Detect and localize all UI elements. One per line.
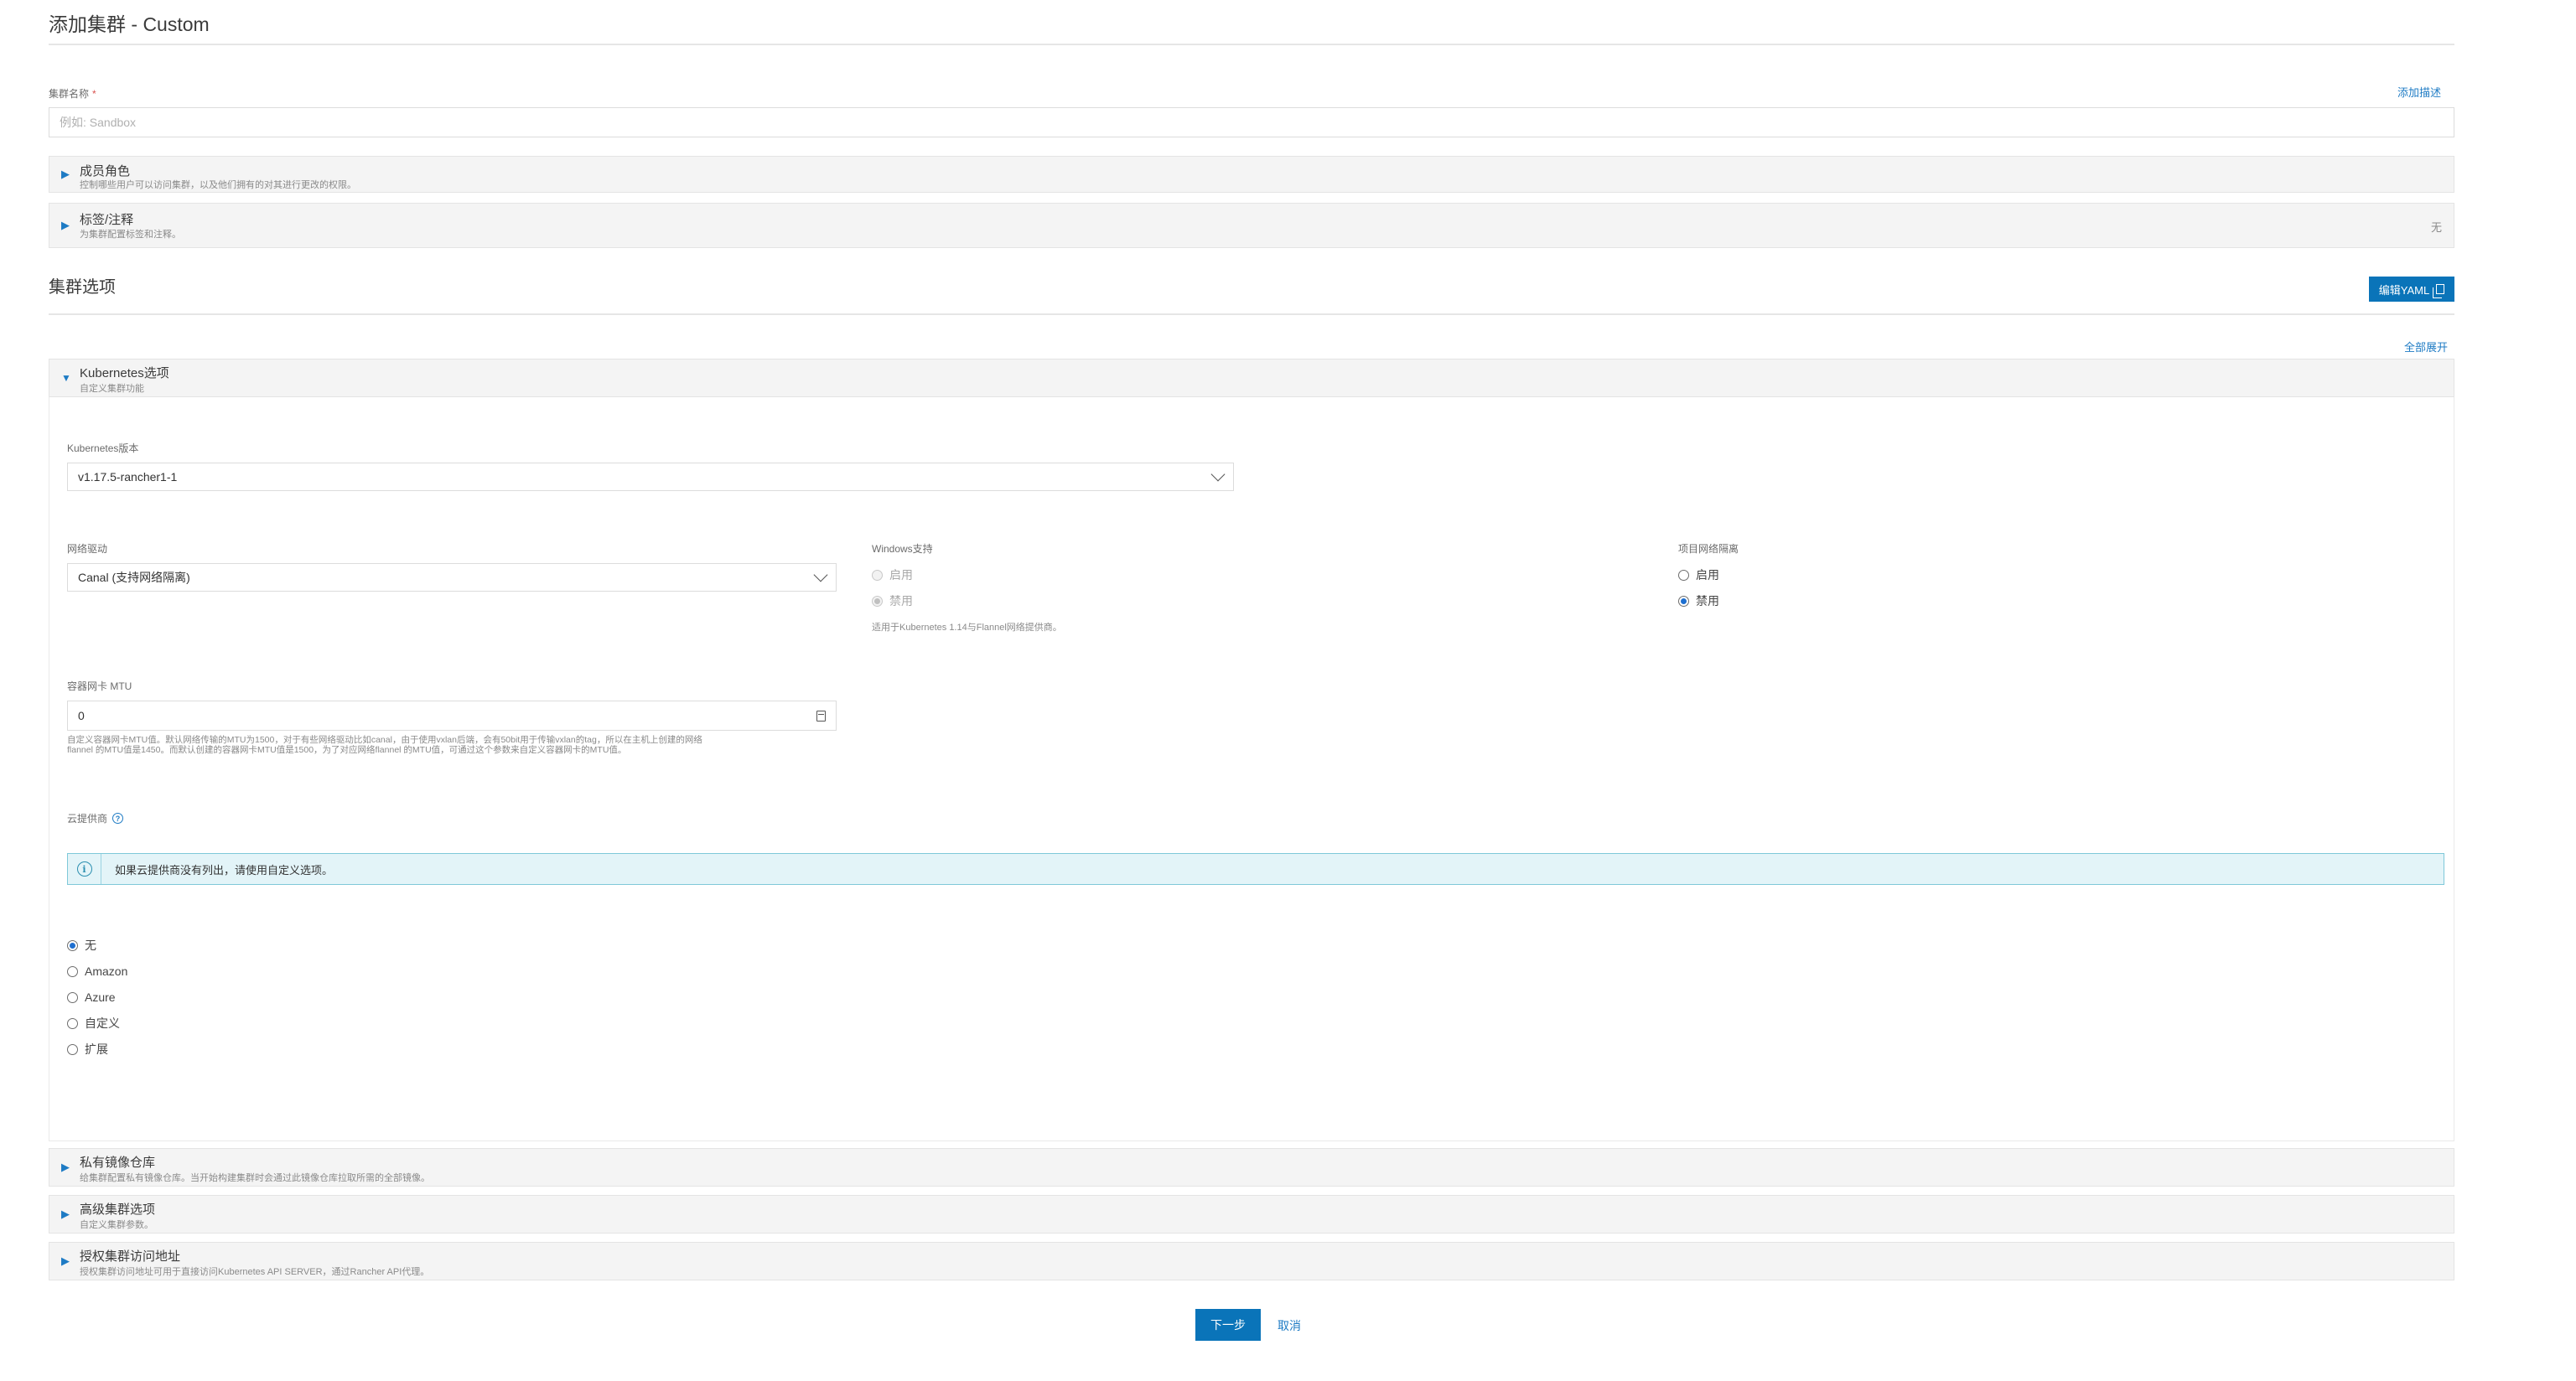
kubernetes-options-title: Kubernetes选项	[80, 366, 169, 380]
mtu-value: 0	[78, 709, 85, 722]
member-roles-accordion[interactable]: ▶ 成员角色 控制哪些用户可以访问集群，以及他们拥有的对其进行更改的权限。	[49, 156, 2454, 193]
kubernetes-options-panel	[49, 397, 2454, 1141]
network-provider-label: 网络驱动	[67, 543, 108, 555]
project-network-isolation-disable-option[interactable]: 禁用	[1678, 592, 1719, 609]
radio-button[interactable]	[67, 965, 78, 977]
next-button[interactable]: 下一步	[1195, 1309, 1261, 1341]
copy-icon	[2433, 284, 2445, 298]
expand-triangle-icon: ▶	[61, 1161, 70, 1173]
edit-yaml-button[interactable]: 编辑YAML	[2369, 277, 2454, 302]
windows-support-radio-group: 启用 禁用	[872, 566, 913, 609]
windows-support-enable-option[interactable]: 启用	[872, 566, 913, 583]
member-roles-title: 成员角色	[80, 164, 131, 178]
network-provider-value: Canal (支持网络隔离)	[78, 571, 190, 584]
add-description-link[interactable]: 添加描述	[2397, 84, 2441, 100]
radio-button[interactable]	[872, 595, 883, 607]
labels-annotations-status: 无	[2430, 221, 2442, 234]
cloud-provider-option-amazon[interactable]: Amazon	[67, 963, 127, 980]
expand-triangle-icon: ▶	[61, 1254, 70, 1267]
radio-label: 禁用	[1696, 594, 1719, 608]
radio-button[interactable]	[1678, 569, 1689, 581]
windows-support-label: Windows支持	[872, 543, 933, 555]
radio-label: 启用	[889, 568, 913, 582]
cloud-provider-option-extension[interactable]: 扩展	[67, 1041, 127, 1058]
cluster-name-label: 集群名称 *	[49, 86, 96, 101]
radio-label: Amazon	[85, 965, 128, 978]
mtu-hint-line: flannel 的MTU值是1450。而默认创建的容器网卡MTU值是1500，为…	[67, 745, 627, 755]
project-network-isolation-label: 项目网络隔离	[1678, 543, 1739, 555]
info-icon: i	[76, 861, 92, 877]
cluster-name-label-text: 集群名称	[49, 88, 90, 100]
radio-label: 扩展	[85, 1042, 108, 1056]
radio-button[interactable]	[67, 1043, 78, 1055]
expand-triangle-icon: ▶	[61, 168, 70, 180]
windows-support-hint: 适用于Kubernetes 1.14与Flannel网络提供商。	[872, 623, 1062, 633]
cluster-options-divider	[49, 313, 2454, 315]
expand-triangle-icon: ▶	[61, 1208, 70, 1220]
advanced-options-subtitle: 自定义集群参数。	[80, 1220, 153, 1230]
kubernetes-version-select[interactable]: v1.17.5-rancher1-1	[67, 463, 1234, 491]
required-mark: *	[92, 88, 96, 100]
radio-button[interactable]	[67, 939, 78, 951]
edit-yaml-label: 编辑YAML	[2378, 283, 2430, 297]
authorized-endpoint-subtitle: 授权集群访问地址可用于直接访问Kubernetes API SERVER，通过R…	[80, 1267, 430, 1277]
project-network-isolation-enable-option[interactable]: 启用	[1678, 566, 1719, 583]
info-banner-text: 如果云提供商没有列出，请使用自定义选项。	[115, 863, 334, 877]
radio-button[interactable]	[872, 569, 883, 581]
labels-annotations-subtitle: 为集群配置标签和注释。	[80, 230, 181, 240]
labels-annotations-accordion[interactable]: ▶ 标签/注释 为集群配置标签和注释。 无	[49, 203, 2454, 248]
chevron-down-icon	[1210, 467, 1226, 482]
radio-label: 禁用	[889, 594, 913, 608]
network-provider-select[interactable]: Canal (支持网络隔离)	[67, 563, 837, 592]
cloud-provider-option-custom[interactable]: 自定义	[67, 1015, 127, 1032]
radio-label: 启用	[1696, 568, 1719, 582]
expand-all-link[interactable]: 全部展开	[2404, 339, 2448, 354]
kubernetes-version-label: Kubernetes版本	[67, 442, 139, 454]
expand-triangle-icon: ▶	[61, 219, 70, 231]
advanced-options-title: 高级集群选项	[80, 1203, 156, 1217]
radio-label: 自定义	[85, 1016, 120, 1030]
kubernetes-version-value: v1.17.5-rancher1-1	[78, 470, 178, 484]
cluster-options-title: 集群选项	[49, 278, 116, 297]
header-divider	[49, 44, 2454, 45]
radio-button[interactable]	[67, 1017, 78, 1029]
calendar-icon[interactable]	[816, 710, 826, 722]
kubernetes-options-subtitle: 自定义集群功能	[80, 384, 144, 394]
authorized-endpoint-accordion[interactable]: ▶ 授权集群访问地址 授权集群访问地址可用于直接访问Kubernetes API…	[49, 1242, 2454, 1280]
mtu-hint-line: 自定义容器网卡MTU值。默认网络传输的MTU为1500，对于有些网络驱动比如ca…	[67, 735, 702, 745]
member-roles-subtitle: 控制哪些用户可以访问集群，以及他们拥有的对其进行更改的权限。	[80, 180, 356, 190]
cloud-provider-radio-group: 无 Amazon Azure 自定义 扩展	[67, 937, 127, 1058]
cluster-name-input[interactable]	[49, 107, 2454, 137]
cloud-provider-option-none[interactable]: 无	[67, 937, 127, 954]
help-icon[interactable]: ?	[112, 813, 124, 824]
cloud-provider-label: 云提供商 ?	[67, 811, 124, 825]
cloud-provider-info-banner: i 如果云提供商没有列出，请使用自定义选项。	[67, 853, 2444, 885]
radio-button[interactable]	[1678, 595, 1689, 607]
private-registry-accordion[interactable]: ▶ 私有镜像仓库 给集群配置私有镜像仓库。当开始构建集群时会通过此镜像仓库拉取所…	[49, 1148, 2454, 1187]
info-icon-box: i	[68, 854, 101, 884]
private-registry-title: 私有镜像仓库	[80, 1156, 156, 1170]
advanced-options-accordion[interactable]: ▶ 高级集群选项 自定义集群参数。	[49, 1195, 2454, 1234]
windows-support-disable-option[interactable]: 禁用	[872, 592, 913, 609]
mtu-hint: 自定义容器网卡MTU值。默认网络传输的MTU为1500，对于有些网络驱动比如ca…	[67, 735, 855, 755]
cloud-provider-label-text: 云提供商	[67, 813, 108, 825]
chevron-down-icon	[813, 567, 828, 582]
private-registry-subtitle: 给集群配置私有镜像仓库。当开始构建集群时会通过此镜像仓库拉取所需的全部镜像。	[80, 1173, 430, 1183]
page-title: 添加集群 - Custom	[49, 13, 210, 35]
radio-button[interactable]	[67, 991, 78, 1003]
project-network-isolation-radio-group: 启用 禁用	[1678, 566, 1719, 609]
mtu-label: 容器网卡 MTU	[67, 680, 132, 692]
authorized-endpoint-title: 授权集群访问地址	[80, 1249, 181, 1264]
radio-label: 无	[85, 939, 96, 952]
collapse-triangle-icon: ▼	[61, 372, 71, 384]
mtu-input[interactable]: 0	[67, 701, 837, 731]
cloud-provider-option-azure[interactable]: Azure	[67, 989, 127, 1006]
cancel-link[interactable]: 取消	[1278, 1317, 1301, 1334]
labels-annotations-title: 标签/注释	[80, 213, 134, 227]
radio-label: Azure	[85, 990, 116, 1004]
kubernetes-options-accordion[interactable]: ▼ Kubernetes选项 自定义集群功能	[49, 359, 2454, 397]
